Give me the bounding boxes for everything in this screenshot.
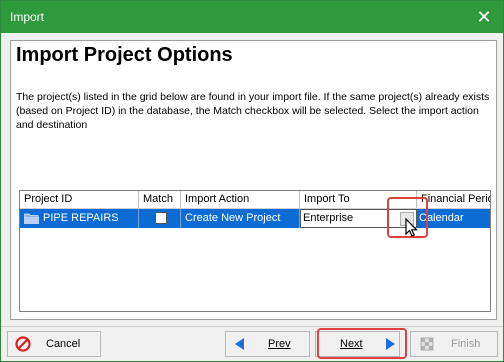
match-checkbox[interactable] — [155, 212, 167, 224]
prev-button[interactable]: Prev — [225, 331, 310, 357]
column-header-match[interactable]: Match — [139, 191, 181, 208]
import-dialog: Import ✕ Import Project Options The proj… — [0, 0, 504, 362]
next-button-highlight — [317, 328, 407, 359]
match-cell — [139, 209, 181, 228]
close-icon[interactable]: ✕ — [471, 4, 497, 30]
checkered-flag-icon — [420, 337, 434, 351]
folder-icon — [24, 213, 39, 224]
project-id-cell[interactable]: PIPE REPAIRS — [20, 209, 139, 228]
cancel-label: Cancel — [46, 338, 81, 350]
window-title: Import — [10, 10, 45, 24]
footer-divider — [1, 326, 503, 327]
import-action-cell[interactable]: Create New Project — [181, 209, 300, 228]
finish-button[interactable]: Finish — [410, 331, 498, 357]
prev-label: Prev — [268, 338, 291, 350]
page-title: Import Project Options — [16, 44, 233, 66]
cancel-button[interactable]: Cancel — [7, 331, 101, 357]
mouse-cursor-icon — [405, 218, 418, 237]
page-description: The project(s) listed in the grid below … — [16, 91, 490, 131]
arrow-left-icon — [235, 338, 244, 350]
column-header-project-id[interactable]: Project ID — [20, 191, 139, 208]
finish-label: Finish — [451, 338, 481, 350]
cancel-icon — [15, 336, 31, 352]
wizard-panel: Import Project Options The project(s) li… — [10, 40, 497, 320]
title-bar: Import ✕ — [1, 1, 503, 33]
column-header-import-action[interactable]: Import Action — [181, 191, 300, 208]
import-to-value: Enterprise — [303, 212, 354, 224]
project-id-text: PIPE REPAIRS — [43, 212, 119, 224]
